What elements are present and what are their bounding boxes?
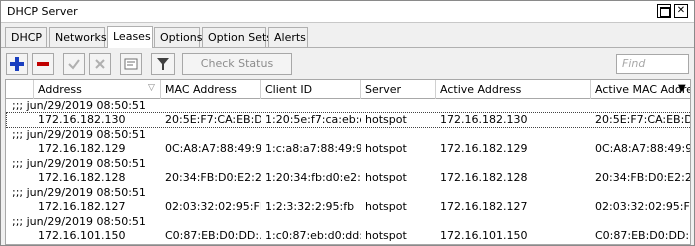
cell-address: 172.16.182.127 <box>38 200 126 213</box>
column-header-server[interactable]: Server <box>361 80 436 99</box>
tab-networks[interactable]: Networks <box>49 27 107 47</box>
minus-icon <box>37 62 49 66</box>
cell-server: hotspot <box>365 229 407 242</box>
disable-button[interactable] <box>89 53 111 75</box>
remove-button[interactable] <box>32 53 54 75</box>
column-menu-icon[interactable]: ▼ <box>678 83 686 94</box>
tab-dhcp[interactable]: DHCP <box>5 27 47 47</box>
cell-active-address: 172.16.182.127 <box>440 200 528 213</box>
cell-active-mac-address: C0:87:EB:D0:DD:... <box>595 229 691 242</box>
cell-client-id: 1:20:5e:f7:ca:eb:de <box>265 113 361 126</box>
lease-comment: ;;; jun/29/2019 08:50:51 <box>12 157 146 170</box>
column-header-active-mac-address[interactable]: Active MAC Addre <box>591 80 690 99</box>
cell-address: 172.16.101.150 <box>38 229 126 242</box>
tab-options[interactable]: Options <box>154 27 202 47</box>
cell-server: hotspot <box>365 113 407 126</box>
cell-active-address: 172.16.182.128 <box>440 171 528 184</box>
column-header-client-id[interactable]: Client ID <box>261 80 361 99</box>
tab-alerts[interactable]: Alerts <box>268 27 308 47</box>
filter-button[interactable] <box>151 53 175 75</box>
cell-address: 172.16.182.130 <box>38 113 126 126</box>
cell-mac-address: 20:34:FB:D0:E2:2E <box>165 171 261 184</box>
leases-table: Address ▽ MAC Address Client ID Server A… <box>5 79 691 245</box>
title-bar[interactable]: DHCP Server ✕ <box>1 1 694 23</box>
enable-button[interactable] <box>63 53 85 75</box>
cell-active-mac-address: 0C:A8:A7:88:49:9A <box>595 142 691 155</box>
table-row[interactable]: 172.16.101.150 C0:87:EB:D0:DD:... 1:c0:87:… <box>6 228 691 244</box>
x-icon <box>95 59 105 69</box>
plus-icon <box>10 57 24 71</box>
cell-mac-address: 20:5E:F7:CA:EB:DE <box>165 113 261 126</box>
cell-mac-address: C0:87:EB:D0:DD:... <box>165 229 261 242</box>
cell-client-id: 1:c0:87:eb:d0:dd:... <box>265 229 361 242</box>
tab-divider <box>1 47 694 48</box>
cell-client-id: 1:2:3:32:2:95:fb <box>265 200 355 213</box>
column-header-flags[interactable] <box>6 80 34 99</box>
close-button[interactable]: ✕ <box>674 4 688 18</box>
check-icon <box>68 59 80 70</box>
comment-button[interactable] <box>120 53 142 75</box>
tab-leases[interactable]: Leases <box>107 26 153 48</box>
cell-active-mac-address: 02:03:32:02:95:FB <box>595 200 691 213</box>
table-row[interactable]: 172.16.182.127 02:03:32:02:95:FB 1:2:3:32:… <box>6 199 691 215</box>
table-row[interactable]: 172.16.182.130 20:5E:F7:CA:EB:DE 1:20:5e:f… <box>6 112 691 128</box>
cell-server: hotspot <box>365 171 407 184</box>
lease-comment: ;;; jun/29/2019 08:50:51 <box>12 99 146 112</box>
cell-client-id: 1:20:34:fb:d0:e2:2e <box>265 171 361 184</box>
table-row[interactable]: 172.16.182.128 20:34:FB:D0:E2:2E 1:20:34:f… <box>6 170 691 186</box>
sort-arrow-icon: ▽ <box>148 83 155 93</box>
cell-server: hotspot <box>365 142 407 155</box>
table-row[interactable]: 172.16.182.129 0C:A8:A7:88:49:9A 1:c:a8:a7… <box>6 141 691 157</box>
cell-active-mac-address: 20:34:FB:D0:E2:2E <box>595 171 691 184</box>
find-input[interactable]: Find <box>616 54 689 74</box>
filter-icon <box>157 58 169 70</box>
cell-address: 172.16.182.129 <box>38 142 126 155</box>
cell-address: 172.16.182.128 <box>38 171 126 184</box>
cell-active-address: 172.16.182.129 <box>440 142 528 155</box>
column-header-active-address[interactable]: Active Address <box>436 80 591 99</box>
note-icon <box>124 58 138 70</box>
cell-active-mac-address: 20:5E:F7:CA:EB:DE <box>595 113 691 126</box>
cell-active-address: 172.16.182.130 <box>440 113 528 126</box>
window-title: DHCP Server <box>7 5 78 18</box>
lease-comment: ;;; jun/29/2019 08:50:51 <box>12 186 146 199</box>
maximize-button[interactable] <box>657 4 671 18</box>
cell-mac-address: 02:03:32:02:95:FB <box>165 200 261 213</box>
tab-option-sets[interactable]: Option Sets <box>202 27 272 47</box>
lease-comment: ;;; jun/29/2019 08:50:51 <box>12 128 146 141</box>
column-header-mac-address[interactable]: MAC Address <box>161 80 261 99</box>
add-button[interactable] <box>6 53 28 75</box>
cell-mac-address: 0C:A8:A7:88:49:9A <box>165 142 261 155</box>
cell-server: hotspot <box>365 200 407 213</box>
dhcp-server-window: DHCP Server ✕ DHCP Networks Leases Optio… <box>0 0 695 246</box>
check-status-button[interactable]: Check Status <box>182 53 292 75</box>
lease-comment: ;;; jun/29/2019 08:50:51 <box>12 215 146 228</box>
table-header: Address ▽ MAC Address Client ID Server A… <box>6 80 690 99</box>
column-header-address[interactable]: Address <box>34 80 161 99</box>
toolbar: Check Status Find <box>1 51 694 77</box>
cell-active-address: 172.16.101.150 <box>440 229 528 242</box>
cell-client-id: 1:c:a8:a7:88:49:9a <box>265 142 361 155</box>
